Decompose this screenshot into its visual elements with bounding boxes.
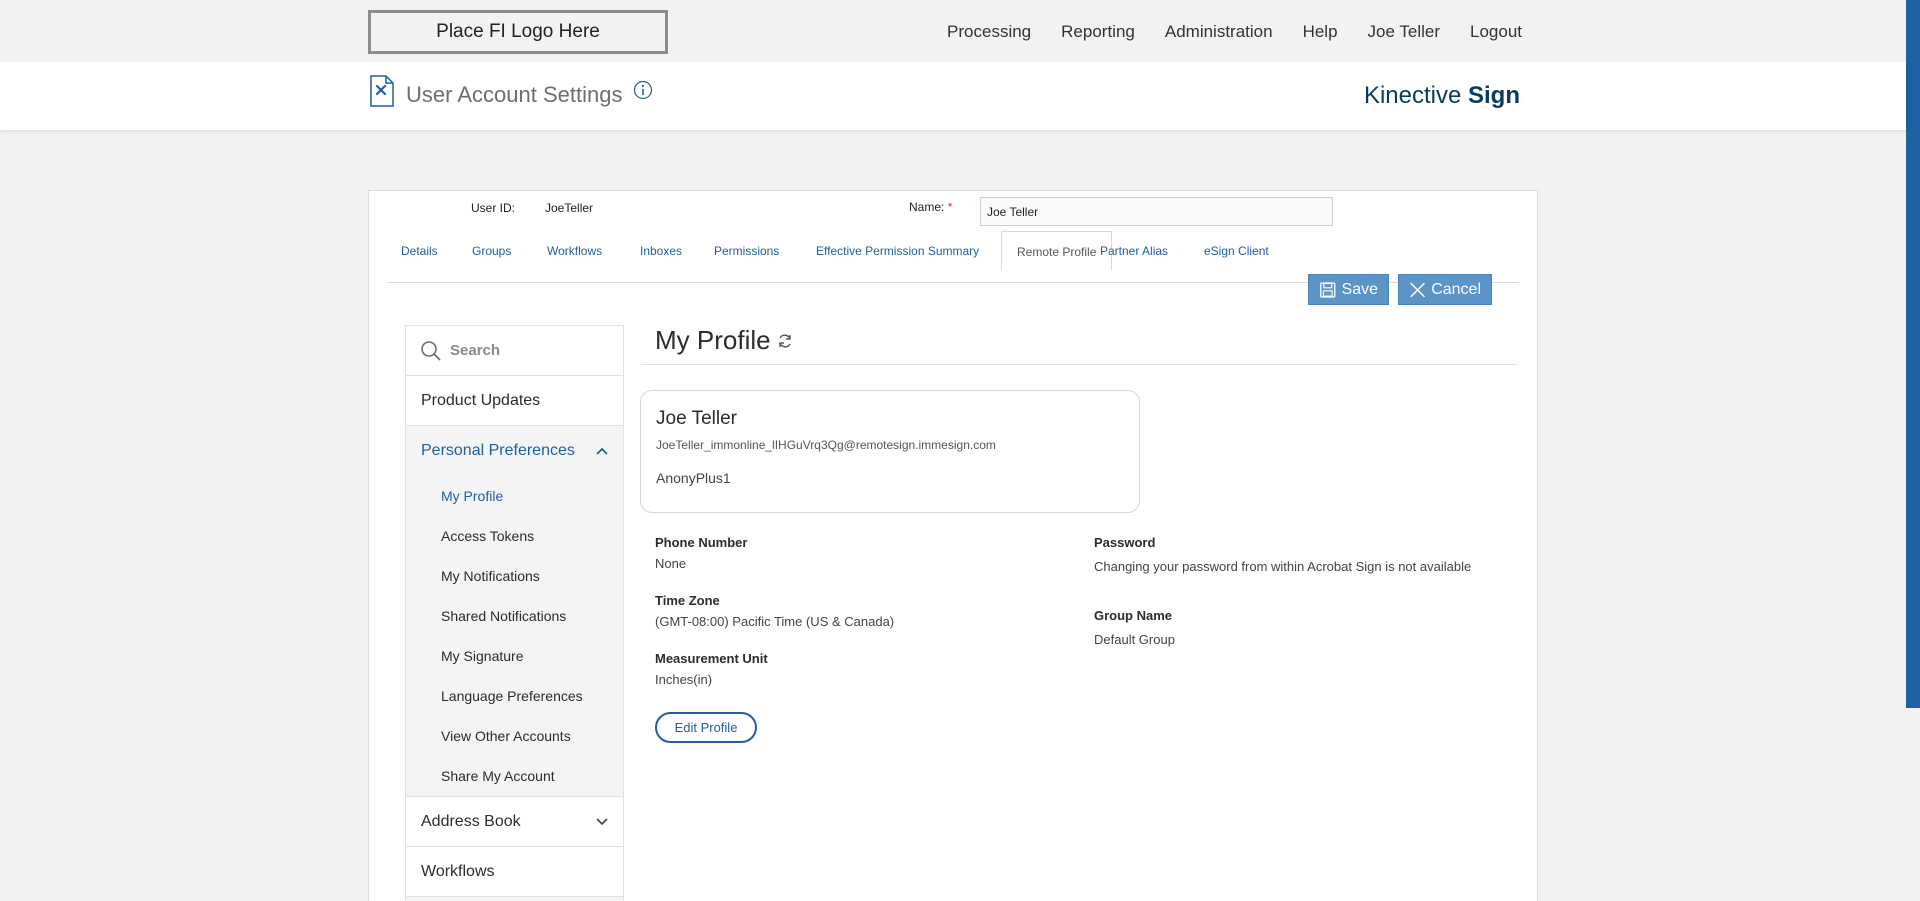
top-navigation: Processing Reporting Administration Help… <box>947 22 1522 42</box>
user-id-value: JoeTeller <box>545 201 594 215</box>
brand-bold: Sign <box>1468 82 1520 109</box>
sidebar-item-label: Address Book <box>421 812 521 830</box>
save-icon <box>1320 281 1336 298</box>
personal-preferences-submenu: My Profile Access Tokens My Notification… <box>406 466 623 797</box>
tab-esign-client[interactable]: eSign Client <box>1204 244 1269 258</box>
sidebar-workflows[interactable]: Workflows <box>406 847 623 897</box>
tab-effective-permission-summary[interactable]: Effective Permission Summary <box>816 244 979 258</box>
tab-remote-profile[interactable]: Remote Profile <box>1001 231 1113 271</box>
nav-help[interactable]: Help <box>1303 22 1338 42</box>
chevron-down-icon <box>596 817 608 825</box>
required-marker: * <box>947 200 953 214</box>
measurement-value: Inches(in) <box>655 672 713 687</box>
sidebar-address-book[interactable]: Address Book <box>406 797 623 847</box>
password-label: Password <box>1094 535 1156 550</box>
timezone-value: (GMT-08:00) Pacific Time (US & Canada) <box>655 614 895 629</box>
measurement-label: Measurement Unit <box>655 651 768 666</box>
sidebar-item-my-notifications[interactable]: My Notifications <box>406 556 623 596</box>
settings-sidebar: Search Product Updates Personal Preferen… <box>405 325 624 901</box>
close-icon <box>1410 282 1426 297</box>
sidebar-item-label: Product Updates <box>421 391 541 409</box>
timezone-field: Time Zone (GMT-08:00) Pacific Time (US &… <box>655 593 894 629</box>
search-icon <box>421 340 441 361</box>
logo-placeholder: Place FI Logo Here <box>368 10 668 54</box>
edit-profile-button[interactable]: Edit Profile <box>655 712 757 743</box>
sidebar-item-label: Personal Preferences <box>421 442 575 459</box>
sidebar-item-access-tokens[interactable]: Access Tokens <box>406 516 623 556</box>
info-icon[interactable] <box>633 80 653 100</box>
profile-summary-card: Joe Teller JoeTeller_immonline_lIHGuVrq3… <box>640 390 1140 513</box>
name-input[interactable] <box>980 197 1333 226</box>
sidebar-search[interactable]: Search <box>406 326 623 376</box>
tab-groups[interactable]: Groups <box>472 244 511 258</box>
settings-document-icon <box>370 75 394 107</box>
sidebar-item-language-preferences[interactable]: Language Preferences <box>406 676 623 716</box>
search-placeholder: Search <box>450 342 501 359</box>
right-edge-strip <box>1906 0 1920 708</box>
nav-processing[interactable]: Processing <box>947 22 1031 42</box>
group-field: Group Name Default Group <box>1094 608 1175 647</box>
save-button[interactable]: Save <box>1308 274 1389 305</box>
tab-details[interactable]: Details <box>401 244 438 258</box>
page-header: User Account Settings Kinective Sign <box>0 62 1906 130</box>
cancel-label: Cancel <box>1431 280 1481 298</box>
cancel-button[interactable]: Cancel <box>1398 274 1492 305</box>
sidebar-product-updates[interactable]: Product Updates <box>406 376 623 426</box>
phone-label: Phone Number <box>655 535 748 550</box>
timezone-label: Time Zone <box>655 593 720 608</box>
nav-user-menu[interactable]: Joe Teller <box>1368 22 1440 42</box>
chevron-up-icon <box>596 447 608 455</box>
page-title: User Account Settings <box>406 82 623 107</box>
nav-administration[interactable]: Administration <box>1165 22 1273 42</box>
password-value: Changing your password from within Acrob… <box>1094 559 1472 574</box>
tab-permissions[interactable]: Permissions <box>714 244 779 258</box>
password-field: Password Changing your password from wit… <box>1094 535 1471 574</box>
user-id-label: User ID: <box>471 201 516 215</box>
profile-email: JoeTeller_immonline_lIHGuVrq3Qg@remotesi… <box>656 438 996 452</box>
refresh-icon[interactable] <box>777 333 793 349</box>
name-label-text: Name: <box>909 200 945 214</box>
content-heading: My Profile <box>655 325 793 356</box>
name-label: Name: * <box>909 200 952 214</box>
tab-partner-alias[interactable]: Partner Alias <box>1100 244 1168 258</box>
top-bar: Place FI Logo Here Processing Reporting … <box>0 0 1920 62</box>
nav-reporting[interactable]: Reporting <box>1061 22 1135 42</box>
phone-field: Phone Number None <box>655 535 747 571</box>
sidebar-item-my-profile[interactable]: My Profile <box>406 476 623 516</box>
nav-logout[interactable]: Logout <box>1470 22 1522 42</box>
phone-value: None <box>655 556 687 571</box>
profile-name: Joe Teller <box>656 408 737 429</box>
measurement-field: Measurement Unit Inches(in) <box>655 651 768 687</box>
content-divider <box>641 364 1517 365</box>
group-value: Default Group <box>1094 632 1175 647</box>
profile-company: AnonyPlus1 <box>656 470 731 486</box>
tab-inboxes[interactable]: Inboxes <box>640 244 682 258</box>
sidebar-item-shared-notifications[interactable]: Shared Notifications <box>406 596 623 636</box>
brand-light: Kinective <box>1363 82 1468 109</box>
group-label: Group Name <box>1094 608 1173 623</box>
sidebar-item-label: Workflows <box>421 862 495 880</box>
account-settings-card: User ID: JoeTeller Name: * Details Group… <box>368 190 1538 901</box>
tab-workflows[interactable]: Workflows <box>547 244 602 258</box>
sidebar-item-view-other-accounts[interactable]: View Other Accounts <box>406 716 623 756</box>
sidebar-item-share-my-account[interactable]: Share My Account <box>406 756 623 796</box>
brand-logo: Kinective Sign <box>1364 82 1520 110</box>
save-label: Save <box>1341 280 1378 298</box>
sidebar-item-my-signature[interactable]: My Signature <box>406 636 623 676</box>
profile-title: My Profile <box>655 325 771 355</box>
